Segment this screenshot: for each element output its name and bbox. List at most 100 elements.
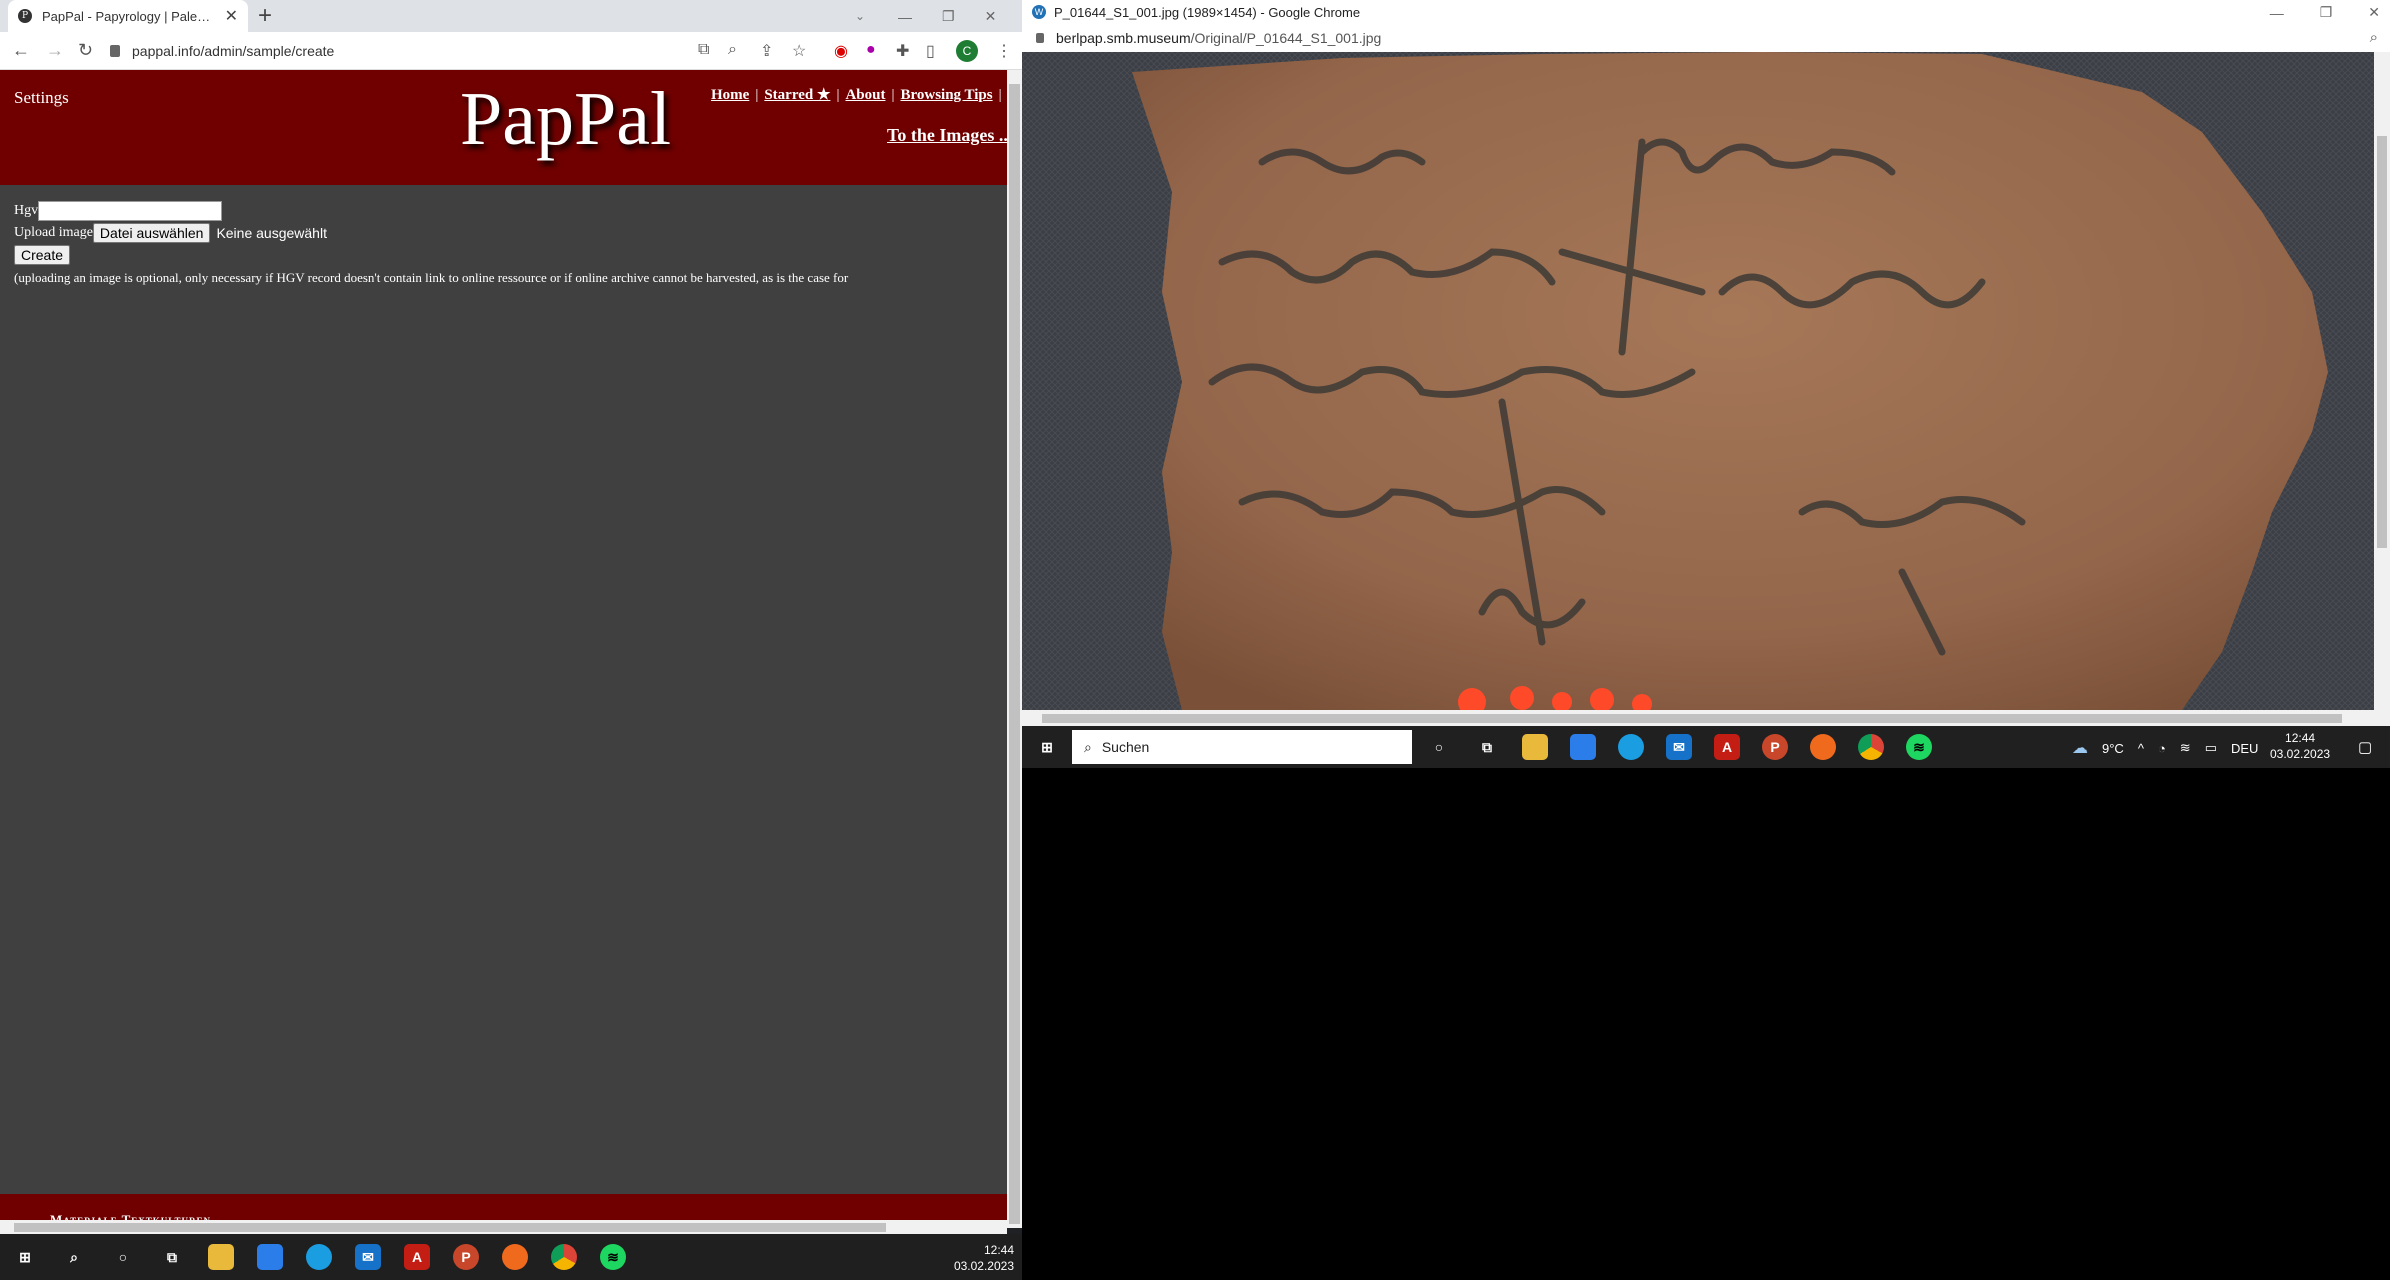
zoom-icon[interactable]: ⌕ [2370,29,2378,46]
image-vertical-scrollbar[interactable] [2374,52,2390,710]
upload-row: Upload image Datei auswählen Keine ausge… [14,222,848,244]
forward-icon[interactable]: → [46,40,64,61]
language-indicator[interactable]: DEU [2231,741,2258,756]
pappal-favicon-icon: P [18,9,32,23]
temperature[interactable]: 9°C [2102,741,2124,756]
left-time: 12:44 [983,1243,1014,1257]
header-banner: Settings PapPal Home | Starred ★ | About | Bro… [0,70,1007,185]
explorer-icon[interactable] [208,1244,234,1270]
extension-purple-icon[interactable]: ● [866,41,876,59]
hgv-input[interactable] [38,201,223,221]
windows-icon[interactable]: ⊞ [1034,734,1060,760]
upload-label: Upload image [14,225,93,240]
chrome-icon[interactable] [1858,734,1884,760]
create-row: Create [14,244,848,266]
top-nav: Home | Starred ★ | About | Browsing Tips | [711,85,1007,104]
tab-pappal[interactable]: P PapPal - Papyrology | Paleograph ✕ [8,0,248,32]
left-date: 03.02.2023 [953,1259,1014,1273]
powerpoint-icon[interactable]: P [453,1244,479,1270]
right-address-bar[interactable]: berlpap.smb.museum/Original/P_01644_S1_0… [1022,24,2390,52]
close-window-icon[interactable]: ✕ [2368,4,2380,21]
cloud-weather-icon[interactable]: ☁ [2072,738,2088,758]
restore-icon[interactable]: ❐ [2320,4,2333,21]
bookmark-star-icon[interactable]: ☆ [792,41,806,61]
page-vertical-scrollbar[interactable] [1007,70,1022,1228]
cortana-icon[interactable]: ○ [110,1244,136,1270]
page-horizontal-scrollbar[interactable] [0,1220,1007,1234]
image-horizontal-scrollbar[interactable] [1022,710,2390,726]
firefox-icon[interactable] [1810,734,1836,760]
search-placeholder: Suchen [1101,739,1150,755]
restore-icon[interactable]: ❐ [942,8,955,25]
scroll-thumb[interactable] [14,1223,886,1232]
search-icon[interactable]: ⌕ [61,1244,87,1270]
nav-home[interactable]: Home [711,87,749,103]
right-window-title: P_01644_S1_001.jpg (1989×1454) - Google … [1054,4,1361,20]
scroll-thumb[interactable] [1042,714,2342,723]
nav-about[interactable]: About [845,87,885,103]
settings-link[interactable]: Settings [14,88,69,108]
scroll-thumb[interactable] [2377,136,2387,548]
task-view-icon[interactable]: ⧉ [159,1244,185,1270]
zoom-icon[interactable]: ⌕ [728,41,737,59]
pappal-logo[interactable]: PapPal [460,76,671,163]
share-icon[interactable]: ⇪ [760,41,773,61]
edge-icon[interactable] [1618,734,1644,760]
taskbar-icons: ⊞ ⌕ ○ ⧉ ✉ A P ≋ [12,1244,626,1270]
upload-note: (uploading an image is optional, only ne… [14,270,849,285]
profile-avatar[interactable]: C [956,40,978,62]
spotify-icon[interactable]: ≋ [600,1244,626,1270]
search-icon: ⌕ [1084,738,1092,755]
menu-dots-icon[interactable]: ⋮ [996,41,1012,61]
minimize-icon[interactable]: — [898,9,912,25]
extensions-puzzle-icon[interactable]: ✚ [896,41,909,61]
ostracon-image[interactable] [1022,52,2374,710]
edge-icon[interactable] [306,1244,332,1270]
firefox-icon[interactable] [502,1244,528,1270]
network-icon[interactable]: ◔ [2158,741,2166,756]
nav-starred[interactable]: Starred ★ [764,87,830,103]
choose-file-button[interactable]: Datei auswählen [92,223,211,243]
wifi-icon[interactable]: ≋ [2180,740,2191,756]
address-bar-row: ← → ↻ pappal.info/admin/sample/create ⧉ … [0,32,1022,70]
chevron-up-icon[interactable]: ^ [2138,741,2144,756]
mail-icon[interactable]: ✉ [1666,734,1692,760]
battery-icon[interactable]: ▭ [2205,740,2217,756]
notification-icon[interactable]: ▢ [2358,738,2372,756]
chrome-icon[interactable] [551,1244,577,1270]
back-icon[interactable]: ← [12,40,30,61]
store-icon[interactable] [257,1244,283,1270]
hgv-row: Hgv [14,200,848,222]
right-time: 12:44 [2285,731,2316,745]
mail-icon[interactable]: ✉ [355,1244,381,1270]
new-tab-button[interactable]: + [258,3,272,29]
translate-icon[interactable]: ⧉ [698,41,709,59]
side-panel-icon[interactable]: ▯ [926,41,935,61]
no-file-text: Keine ausgewählt [216,225,327,241]
spotify-icon[interactable]: ≋ [1906,734,1932,760]
cortana-icon[interactable]: ○ [1426,734,1452,760]
acrobat-icon[interactable]: A [1714,734,1740,760]
system-tray: ☁ 9°C ^ ◔ ≋ ▭ DEU [2072,738,2258,758]
nav-browsing-tips[interactable]: Browsing Tips [900,87,992,103]
powerpoint-icon[interactable]: P [1762,734,1788,760]
create-button[interactable]: Create [14,245,71,265]
taskbar-search[interactable]: ⌕ Suchen [1072,730,1412,764]
close-tab-icon[interactable]: ✕ [225,6,238,26]
left-clock[interactable]: 12:44 03.02.2023 [954,1242,1014,1274]
task-view-icon[interactable]: ⧉ [1474,734,1500,760]
nav-separator: | [755,87,759,103]
to-the-images-link[interactable]: To the Images ... [887,125,1007,146]
scroll-thumb[interactable] [1009,84,1020,1224]
explorer-icon[interactable] [1522,734,1548,760]
right-clock[interactable]: 12:44 03.02.2023 [2270,730,2330,762]
windows-icon[interactable]: ⊞ [12,1244,38,1270]
omnibox[interactable]: pappal.info/admin/sample/create [110,37,710,65]
acrobat-icon[interactable]: A [404,1244,430,1270]
reload-icon[interactable]: ↻ [78,40,93,61]
minimize-icon[interactable]: — [2270,5,2284,21]
extension-red-icon[interactable]: ◉ [834,41,848,61]
close-window-icon[interactable]: ✕ [985,8,997,25]
store-icon[interactable] [1570,734,1596,760]
tab-search-icon[interactable]: ⌄ [855,0,885,32]
